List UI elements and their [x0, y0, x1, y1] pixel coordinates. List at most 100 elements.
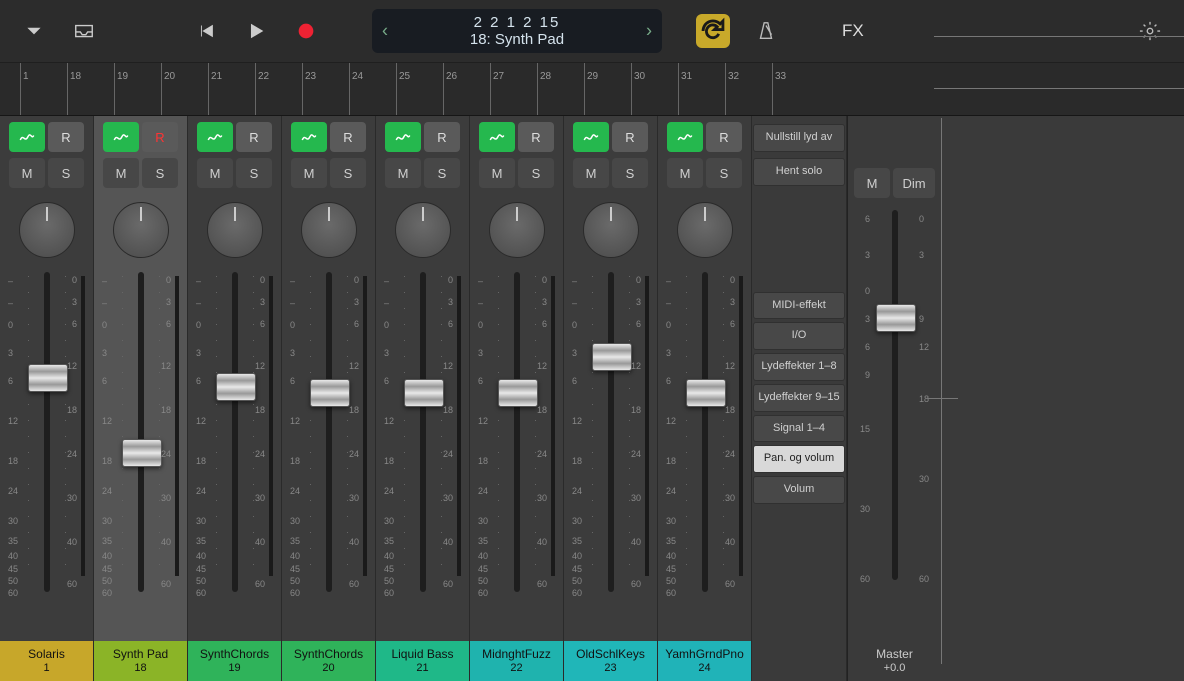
lcd-next-icon[interactable]: ›: [646, 21, 652, 42]
solo-button[interactable]: S: [612, 158, 648, 188]
channel-strip[interactable]: RMS––03612182430354045506003612182430406…: [282, 116, 376, 681]
record-enable-button[interactable]: R: [706, 122, 742, 152]
channel-strip[interactable]: RMS––03612182430354045506003612182430406…: [564, 116, 658, 681]
channel-strip[interactable]: RMS––03612182430354045506003612182430406…: [94, 116, 188, 681]
track-label[interactable]: OldSchlKeys23: [564, 641, 657, 681]
settings-gear-icon[interactable]: [1136, 17, 1164, 45]
ruler-tick: 30: [631, 63, 645, 115]
record-enable-button[interactable]: R: [424, 122, 460, 152]
track-label[interactable]: MidnghtFuzz22: [470, 641, 563, 681]
inbox-icon[interactable]: [70, 17, 98, 45]
bar-ruler[interactable]: 118192021222324252627282930313233: [0, 63, 1184, 116]
fader-track[interactable]: [232, 272, 238, 592]
mute-button[interactable]: M: [9, 158, 45, 188]
fader-cap[interactable]: [122, 439, 162, 467]
automation-button[interactable]: [385, 122, 421, 152]
solo-button[interactable]: S: [236, 158, 272, 188]
record-enable-button[interactable]: R: [612, 122, 648, 152]
channel-strip[interactable]: RMS––03612182430354045506003612182430406…: [470, 116, 564, 681]
mute-button[interactable]: M: [385, 158, 421, 188]
fader-cap[interactable]: [404, 379, 444, 407]
pan-knob[interactable]: [207, 202, 263, 258]
mixer-section-button[interactable]: Lydeffekter 9–15: [753, 384, 845, 412]
master-fader-track[interactable]: [892, 210, 898, 580]
mixer-section-button[interactable]: Pan. og volum: [753, 445, 845, 473]
record-enable-button[interactable]: R: [48, 122, 84, 152]
solo-button[interactable]: S: [518, 158, 554, 188]
fader-track[interactable]: [702, 272, 708, 592]
mute-button[interactable]: M: [667, 158, 703, 188]
automation-button[interactable]: [197, 122, 233, 152]
automation-button[interactable]: [291, 122, 327, 152]
pan-knob[interactable]: [395, 202, 451, 258]
fader-track[interactable]: [420, 272, 426, 592]
prev-button[interactable]: [192, 17, 220, 45]
pan-knob[interactable]: [677, 202, 733, 258]
solo-button[interactable]: S: [48, 158, 84, 188]
mixer-section-button[interactable]: MIDI-effekt: [753, 292, 845, 320]
fader-track[interactable]: [326, 272, 332, 592]
channel-strip[interactable]: RMS––03612182430354045506003612182430406…: [0, 116, 94, 681]
fader-track[interactable]: [608, 272, 614, 592]
channel-strip[interactable]: RMS––03612182430354045506003612182430406…: [188, 116, 282, 681]
automation-button[interactable]: [667, 122, 703, 152]
lcd-display[interactable]: ‹ 2 2 1 2 15 18: Synth Pad ›: [372, 9, 662, 53]
mute-button[interactable]: M: [291, 158, 327, 188]
menu-triangle-icon[interactable]: [20, 17, 48, 45]
track-label[interactable]: SynthChords19: [188, 641, 281, 681]
master-dim-button[interactable]: Dim: [893, 168, 935, 198]
mixer-section-button[interactable]: Lydeffekter 1–8: [753, 353, 845, 381]
metronome-icon[interactable]: [752, 17, 780, 45]
solo-button[interactable]: S: [142, 158, 178, 188]
track-label[interactable]: Synth Pad18: [94, 641, 187, 681]
automation-button[interactable]: [573, 122, 609, 152]
track-label[interactable]: Liquid Bass21: [376, 641, 469, 681]
fader-track[interactable]: [514, 272, 520, 592]
automation-button[interactable]: [479, 122, 515, 152]
mute-button[interactable]: M: [573, 158, 609, 188]
fx-label[interactable]: FX: [842, 21, 1114, 41]
fader-cap[interactable]: [216, 373, 256, 401]
master-fader-cap[interactable]: [876, 304, 916, 332]
lcd-prev-icon[interactable]: ‹: [382, 21, 388, 42]
fader-cap[interactable]: [28, 364, 68, 392]
automation-button[interactable]: [103, 122, 139, 152]
solo-button[interactable]: S: [330, 158, 366, 188]
record-enable-button[interactable]: R: [142, 122, 178, 152]
solo-button[interactable]: S: [706, 158, 742, 188]
solo-button[interactable]: S: [424, 158, 460, 188]
track-label[interactable]: YamhGrndPno24: [658, 641, 751, 681]
record-button[interactable]: [292, 17, 320, 45]
reset-mute-button[interactable]: Nullstill lyd av: [753, 124, 845, 152]
record-enable-button[interactable]: R: [518, 122, 554, 152]
channel-strip[interactable]: RMS––03612182430354045506003612182430406…: [376, 116, 470, 681]
get-solo-button[interactable]: Hent solo: [753, 158, 845, 186]
mixer-section-button[interactable]: Signal 1–4: [753, 415, 845, 443]
fader-track[interactable]: [138, 272, 144, 592]
mute-button[interactable]: M: [479, 158, 515, 188]
cycle-button[interactable]: [696, 14, 730, 48]
track-label[interactable]: SynthChords20: [282, 641, 375, 681]
mute-button[interactable]: M: [197, 158, 233, 188]
pan-knob[interactable]: [583, 202, 639, 258]
master-mute-button[interactable]: M: [854, 168, 890, 198]
automation-button[interactable]: [9, 122, 45, 152]
fader-cap[interactable]: [498, 379, 538, 407]
track-label[interactable]: Solaris1: [0, 641, 93, 681]
pan-knob[interactable]: [301, 202, 357, 258]
mixer-section-button[interactable]: I/O: [753, 322, 845, 350]
fader-cap[interactable]: [310, 379, 350, 407]
mixer-section-button[interactable]: Volum: [753, 476, 845, 504]
play-button[interactable]: [242, 17, 270, 45]
channel-strip[interactable]: RMS––03612182430354045506003612182430406…: [658, 116, 752, 681]
pan-knob[interactable]: [113, 202, 169, 258]
fader-cap[interactable]: [592, 343, 632, 371]
level-meter: [175, 276, 179, 576]
fader-cap[interactable]: [686, 379, 726, 407]
record-enable-button[interactable]: R: [236, 122, 272, 152]
mute-button[interactable]: M: [103, 158, 139, 188]
fader-track[interactable]: [44, 272, 50, 592]
record-enable-button[interactable]: R: [330, 122, 366, 152]
pan-knob[interactable]: [19, 202, 75, 258]
pan-knob[interactable]: [489, 202, 545, 258]
